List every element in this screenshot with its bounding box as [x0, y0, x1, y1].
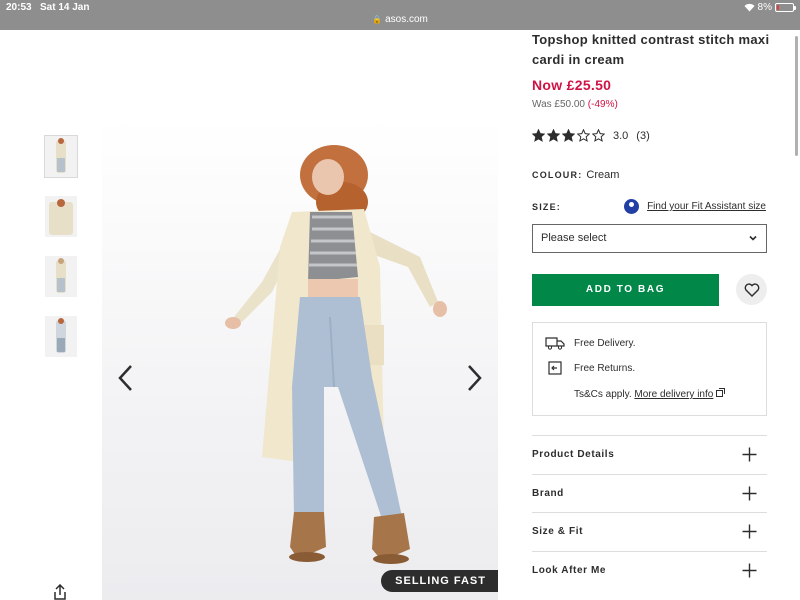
colour-value: Cream — [586, 169, 620, 181]
fit-assistant-text: Find your Fit Assistant size — [647, 201, 766, 212]
plus-icon — [742, 447, 757, 462]
star-filled-icon — [547, 129, 560, 142]
previous-price: Was £50.00 (-49%) — [532, 99, 618, 110]
accordion-item[interactable]: Product Details — [532, 435, 767, 474]
next-image-button[interactable] — [462, 363, 486, 393]
status-bar: 20:53 Sat 14 Jan 🔒 asos.com 8% — [0, 0, 800, 30]
wifi-icon — [744, 3, 755, 12]
thumbnail-2[interactable] — [45, 196, 77, 237]
returns-icon — [548, 361, 562, 375]
current-price: Now £25.50 — [532, 77, 612, 93]
product-accordion: Product Details Brand Size & Fit Look After… — [532, 435, 767, 589]
fit-assistant-link[interactable]: Find your Fit Assistant size — [624, 199, 766, 214]
share-button[interactable] — [52, 583, 68, 600]
delivery-info-box: Free Delivery. Free Returns. Ts&Cs apply… — [532, 322, 767, 416]
star-empty-icon — [577, 129, 590, 142]
thumbnail-3[interactable] — [45, 256, 77, 297]
status-date: Sat 14 Jan — [40, 2, 90, 13]
product-rating[interactable]: 3.0 (3) — [532, 129, 650, 142]
address-url: asos.com — [385, 14, 428, 25]
product-title: Topshop knitted contrast stitch maxi car… — [532, 32, 770, 67]
external-link-icon — [716, 388, 726, 397]
prev-image-button[interactable] — [114, 363, 138, 393]
chevron-right-icon — [468, 365, 482, 391]
chevron-left-icon — [118, 365, 132, 391]
accordion-item[interactable]: Look After Me — [532, 550, 767, 590]
save-for-later-button[interactable] — [736, 274, 767, 305]
size-row: SIZE: Find your Fit Assistant size — [532, 199, 766, 215]
rating-count: (3) — [636, 129, 650, 142]
plus-icon — [742, 563, 757, 577]
colour-label: COLOUR: — [532, 170, 583, 180]
heart-icon — [744, 282, 759, 297]
accordion-label: Product Details — [532, 449, 615, 460]
size-select-value: Please select — [541, 232, 607, 244]
chevron-down-icon — [749, 235, 757, 241]
battery-fill — [777, 5, 779, 10]
status-time: 20:53 — [6, 2, 32, 13]
terms-row: Ts&Cs apply. More delivery info — [574, 388, 726, 400]
rating-stars — [532, 129, 605, 142]
accordion-item[interactable]: Brand — [532, 473, 767, 513]
lock-icon: 🔒 — [372, 15, 383, 24]
page-scrollbar[interactable] — [795, 36, 798, 156]
free-delivery-text: Free Delivery. — [574, 337, 636, 349]
more-delivery-info-link[interactable]: More delivery info — [634, 389, 713, 400]
colour-row: COLOUR: Cream — [532, 169, 619, 181]
plus-icon — [742, 486, 757, 500]
free-returns-row: Free Returns. — [545, 361, 635, 375]
accordion-label: Brand — [532, 487, 564, 499]
star-filled-icon — [562, 129, 575, 142]
share-icon — [54, 583, 66, 600]
model-photo — [225, 145, 447, 564]
free-delivery-row: Free Delivery. — [545, 336, 636, 350]
accordion-item[interactable]: Size & Fit — [532, 512, 767, 551]
fit-assistant-icon — [624, 199, 640, 214]
address-bar[interactable]: 🔒 asos.com — [0, 14, 800, 25]
product-image[interactable]: SELLING FAST — [102, 117, 498, 600]
selling-fast-badge: SELLING FAST — [381, 570, 498, 592]
size-select[interactable]: Please select — [532, 224, 767, 253]
thumbnail-1[interactable] — [44, 135, 78, 178]
add-to-bag-button[interactable]: ADD TO BAG — [532, 274, 719, 306]
was-price-text: Was £50.00 — [532, 99, 585, 110]
terms-text: Ts&Cs apply. — [574, 389, 632, 400]
plus-icon — [742, 524, 757, 539]
accordion-label: Size & Fit — [532, 526, 584, 537]
free-returns-text: Free Returns. — [574, 362, 636, 374]
star-empty-icon — [592, 129, 605, 142]
size-label: SIZE: — [532, 202, 562, 212]
status-right: 8% — [744, 2, 796, 13]
thumbnail-4[interactable] — [45, 316, 77, 357]
accordion-label: Look After Me — [532, 564, 607, 576]
thumbnail-gallery — [44, 135, 78, 376]
discount-text: (-49%) — [587, 99, 618, 110]
rating-score: 3.0 — [613, 129, 629, 142]
battery-percent: 8% — [757, 2, 772, 13]
truck-icon — [545, 337, 565, 350]
star-filled-icon — [532, 129, 545, 142]
battery-icon — [775, 3, 796, 12]
